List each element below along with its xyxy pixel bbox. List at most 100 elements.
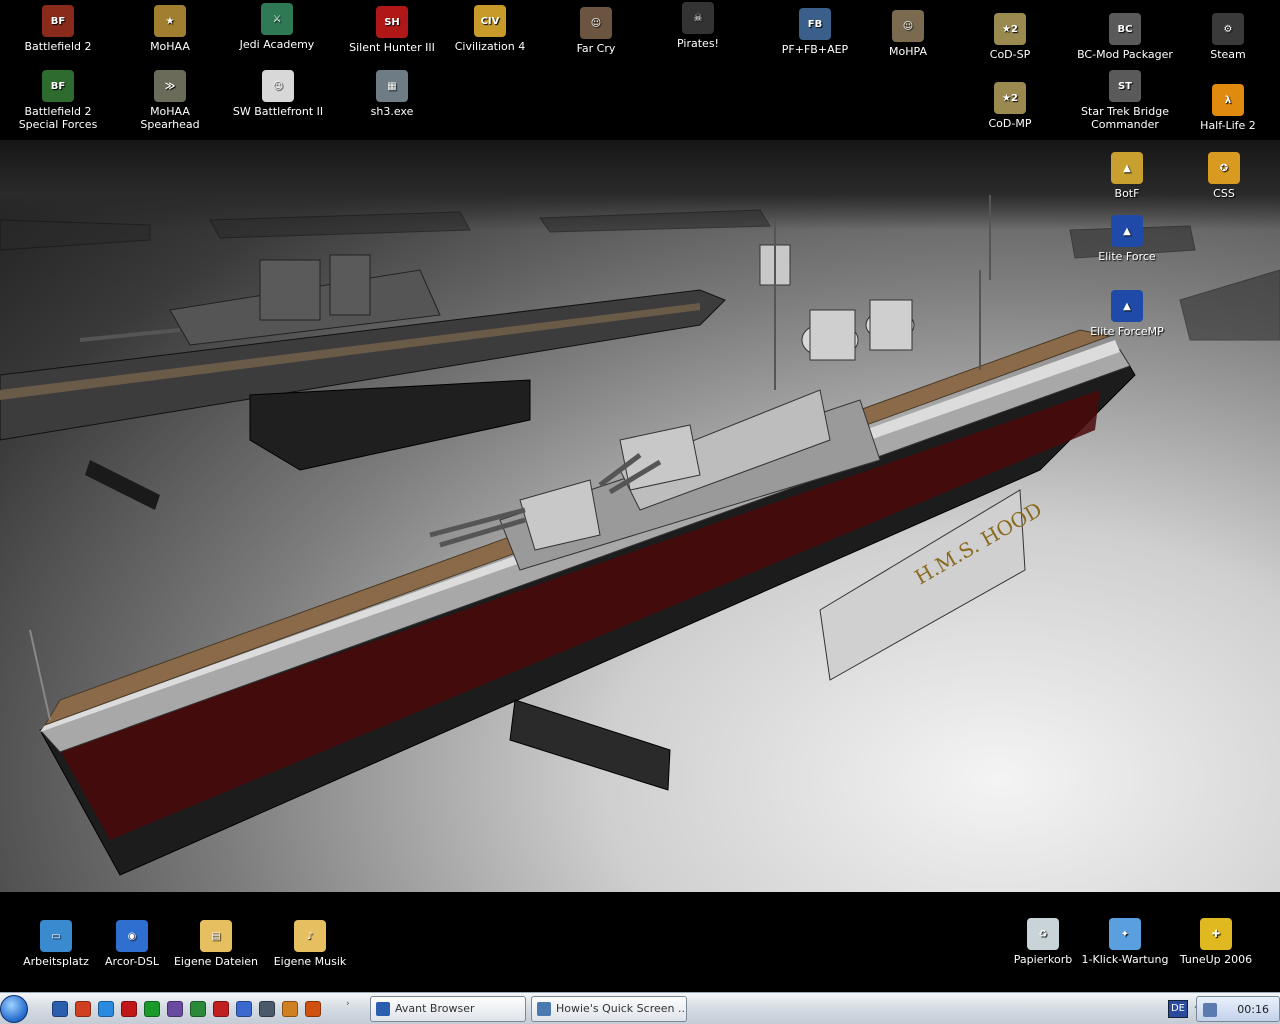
taskbar-button-label: Avant Browser bbox=[395, 1002, 475, 1015]
far-cry-icon: ☺ bbox=[580, 7, 612, 39]
mohpa-icon: ☺ bbox=[892, 10, 924, 42]
desktop-icon-bf2-special-forces[interactable]: BF Battlefield 2 Special Forces bbox=[8, 70, 108, 131]
desktop-icon-label: Battlefield 2 bbox=[24, 40, 92, 53]
hms-hood-model: H.M.S. HOOD bbox=[29, 195, 1136, 876]
desktop-icon-elite-force-mp[interactable]: ▲ Elite ForceMP bbox=[1077, 290, 1177, 338]
desktop-icon-label: Half-Life 2 bbox=[1200, 119, 1256, 132]
avant-browser-icon bbox=[376, 1002, 390, 1016]
start-button[interactable] bbox=[0, 995, 28, 1023]
desktop-icon-cod-mp[interactable]: ★2 CoD-MP bbox=[960, 82, 1060, 130]
my-music-icon: ♪ bbox=[294, 920, 326, 952]
pacific-fighters-icon: FB bbox=[799, 8, 831, 40]
desktop-icon-label: 1-Klick-Wartung bbox=[1081, 953, 1169, 966]
cod-sp-icon: ★2 bbox=[994, 13, 1026, 45]
language-indicator[interactable]: DE bbox=[1168, 1000, 1188, 1018]
desktop-icon-silent-hunter[interactable]: SH Silent Hunter III bbox=[342, 6, 442, 54]
clover-icon[interactable] bbox=[144, 1001, 160, 1017]
desktop-icon-pirates[interactable]: ☠ Pirates! bbox=[648, 2, 748, 50]
recycle-bin-icon: ♻ bbox=[1027, 918, 1059, 950]
desktop-icon-label: CSS bbox=[1213, 187, 1235, 200]
desktop-icon-label: Battlefield 2 Special Forces bbox=[18, 105, 98, 131]
desktop-icon-label: Eigene Musik bbox=[273, 955, 347, 968]
desktop-icon-my-music[interactable]: ♪ Eigene Musik bbox=[260, 920, 360, 968]
desktop-icon-label: SW Battlefront II bbox=[232, 105, 324, 118]
media-player-icon[interactable] bbox=[236, 1001, 252, 1017]
elite-force-mp-icon: ▲ bbox=[1111, 290, 1143, 322]
desktop-icon-label: CoD-MP bbox=[988, 117, 1032, 130]
desktop-icon-cod-sp[interactable]: ★2 CoD-SP bbox=[960, 13, 1060, 61]
desktop-icon-bc-mod[interactable]: BC BC-Mod Packager bbox=[1075, 13, 1175, 61]
game-launcher-icon[interactable] bbox=[75, 1001, 91, 1017]
desktop-icon-pacific-fighters[interactable]: FB PF+FB+AEP bbox=[765, 8, 865, 56]
desktop-icon-steam[interactable]: ⚙ Steam bbox=[1178, 13, 1278, 61]
firefox-icon[interactable] bbox=[305, 1001, 321, 1017]
desktop-icon-far-cry[interactable]: ☺ Far Cry bbox=[546, 7, 646, 55]
desktop-icon-label: MoHAA Spearhead bbox=[140, 105, 200, 131]
globe-icon: ◉ bbox=[116, 920, 148, 952]
desktop-icon-label: Pirates! bbox=[677, 37, 719, 50]
jedi-academy-icon: ⚔ bbox=[261, 3, 293, 35]
desktop-icon-label: Jedi Academy bbox=[239, 38, 315, 51]
taskbar: › Avant Browser Howie's Quick Screen ...… bbox=[0, 992, 1280, 1024]
pirates-icon: ☠ bbox=[682, 2, 714, 34]
desktop-icon-mohpa[interactable]: ☺ MoHPA bbox=[858, 10, 958, 58]
counter-strike-source-icon: ✪ bbox=[1208, 152, 1240, 184]
desktop-icon-label: PF+FB+AEP bbox=[781, 43, 849, 56]
desktop-icon-mohaa-star[interactable]: ★ MoHAA bbox=[120, 5, 220, 53]
desktop-icon-label: Elite Force bbox=[1098, 250, 1156, 263]
desktop[interactable]: H.M.S. HOOD BF Battlefield 2 ★ MoHAA ⚔ Jedi A… bbox=[0, 0, 1280, 992]
taskbar-button-avant-browser[interactable]: Avant Browser bbox=[370, 996, 526, 1022]
battlefield-2-icon: BF bbox=[42, 5, 74, 37]
desktop-icon-label: MoHPA bbox=[889, 45, 927, 58]
desktop-icon-sw-battlefront[interactable]: ☺ SW Battlefront II bbox=[228, 70, 328, 118]
one-click-maintenance-icon: ✦ bbox=[1109, 918, 1141, 950]
archive-icon[interactable] bbox=[167, 1001, 183, 1017]
desktop-icon-label: Elite ForceMP bbox=[1090, 325, 1164, 338]
desktop-icon-label: Star Trek Bridge Commander bbox=[1081, 105, 1169, 131]
network-icon[interactable] bbox=[1203, 1003, 1217, 1017]
steam-icon: ⚙ bbox=[1212, 13, 1244, 45]
botf-icon: ▲ bbox=[1111, 152, 1143, 184]
taskbar-button-label: Howie's Quick Screen ... bbox=[556, 1002, 687, 1015]
star-tool-icon[interactable] bbox=[213, 1001, 229, 1017]
desktop-icon-tuneup[interactable]: ✚ TuneUp 2006 bbox=[1166, 918, 1266, 966]
bf2-special-forces-icon: BF bbox=[42, 70, 74, 102]
desktop-icon-label: Silent Hunter III bbox=[349, 41, 435, 54]
quick-launch-chevron-icon[interactable]: › bbox=[346, 999, 350, 1009]
desktop-icon-botf[interactable]: ▲ BotF bbox=[1077, 152, 1177, 200]
mohaa-star-icon: ★ bbox=[154, 5, 186, 37]
desktop-icon-star-trek-bc[interactable]: ST Star Trek Bridge Commander bbox=[1075, 70, 1175, 131]
desktop-icon-label: MoHAA bbox=[150, 40, 190, 53]
silent-hunter-icon: SH bbox=[376, 6, 408, 38]
desktop-icon-sh3-exe[interactable]: ▦ sh3.exe bbox=[342, 70, 442, 118]
desktop-icon-mohaa-spearhead[interactable]: ≫ MoHAA Spearhead bbox=[120, 70, 220, 131]
half-life-2-icon: λ bbox=[1212, 84, 1244, 116]
screen-icon[interactable] bbox=[259, 1001, 275, 1017]
bc-mod-icon: BC bbox=[1109, 13, 1141, 45]
desktop-icon-jedi-academy[interactable]: ⚔ Jedi Academy bbox=[227, 3, 327, 51]
my-computer-icon: ▭ bbox=[40, 920, 72, 952]
taskbar-button-quick-screen[interactable]: Howie's Quick Screen ... bbox=[531, 996, 687, 1022]
desktop-icon-half-life-2[interactable]: λ Half-Life 2 bbox=[1178, 84, 1278, 132]
sh3-exe-icon: ▦ bbox=[376, 70, 408, 102]
system-tray: 00:16 bbox=[1196, 996, 1280, 1022]
mohaa-spearhead-icon: ≫ bbox=[154, 70, 186, 102]
desktop-icon-label: BC-Mod Packager bbox=[1077, 48, 1173, 61]
acrobat-icon[interactable] bbox=[121, 1001, 137, 1017]
clock[interactable]: 00:16 bbox=[1237, 1003, 1269, 1016]
desktop-icon-counter-strike-source[interactable]: ✪ CSS bbox=[1174, 152, 1274, 200]
desktop-icon-elite-force[interactable]: ▲ Elite Force bbox=[1077, 215, 1177, 263]
desktop-icon-label: TuneUp 2006 bbox=[1179, 953, 1253, 966]
desktop-icon-label: Eigene Dateien bbox=[173, 955, 259, 968]
avant-browser-icon[interactable] bbox=[52, 1001, 68, 1017]
desktop-icon-battlefield-2[interactable]: BF Battlefield 2 bbox=[8, 5, 108, 53]
desktop-icon-my-documents[interactable]: ▤ Eigene Dateien bbox=[166, 920, 266, 968]
avira-icon[interactable] bbox=[190, 1001, 206, 1017]
desktop-icon-one-click-maintenance[interactable]: ✦ 1-Klick-Wartung bbox=[1075, 918, 1175, 966]
desktop-icon-label: Civilization 4 bbox=[454, 40, 526, 53]
desktop-icon-label: sh3.exe bbox=[370, 105, 414, 118]
desktop-icon-civilization[interactable]: CIV Civilization 4 bbox=[440, 5, 540, 53]
gear-tool-icon[interactable] bbox=[282, 1001, 298, 1017]
internet-explorer-icon[interactable] bbox=[98, 1001, 114, 1017]
camera-icon bbox=[537, 1002, 551, 1016]
